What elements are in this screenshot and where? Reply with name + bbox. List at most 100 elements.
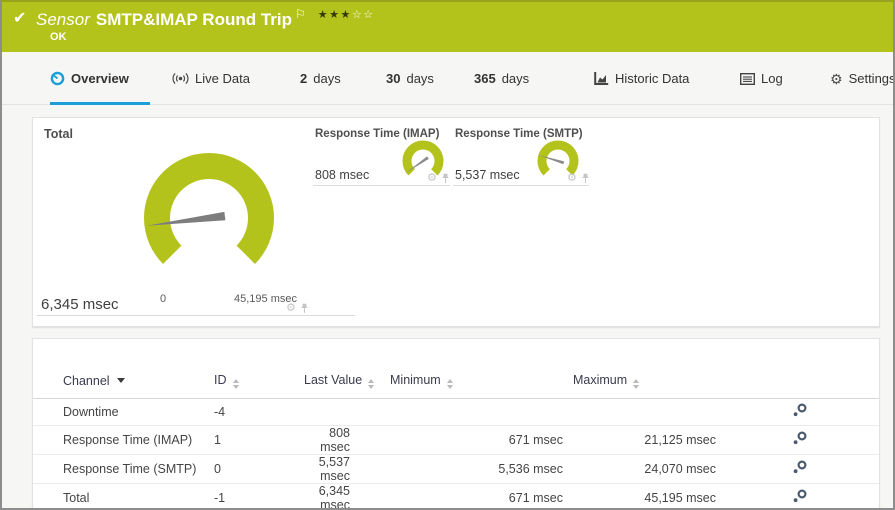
channel-id: -1 <box>214 483 304 508</box>
gear-icon: ⚙ <box>830 70 843 87</box>
tab-30-days[interactable]: 30 days <box>386 52 434 105</box>
channel-maximum: 45,195 msec <box>573 483 726 508</box>
tab-live-data[interactable]: Live Data <box>172 52 250 105</box>
smtp-gauge-value: 5,537 msec <box>455 168 520 182</box>
table-row: Response Time (IMAP) 1 808 msec 671 msec… <box>33 425 879 455</box>
channel-id: 1 <box>214 425 304 455</box>
sensor-header: ✔ Sensor SMTP&IMAP Round Trip ⚐ ★★★☆☆ OK <box>2 2 893 52</box>
channel-minimum: 5,536 msec <box>390 454 573 484</box>
tab-label: days <box>501 71 530 86</box>
table-row: Downtime -4 <box>33 398 879 426</box>
smtp-widget-divider <box>453 185 589 186</box>
sensor-title-line: Sensor SMTP&IMAP Round Trip ⚐ ★★★☆☆ <box>36 7 375 30</box>
channel-edit-cell <box>726 398 879 426</box>
sort-icon <box>232 379 239 390</box>
tab-label: days <box>406 71 434 86</box>
page-title: SMTP&IMAP Round Trip <box>95 10 292 29</box>
tab-label: Historic Data <box>615 71 690 86</box>
total-gauge-value: 6,345 msec <box>41 296 119 313</box>
edit-channel-icon[interactable] <box>792 431 808 445</box>
tab-bar: Overview Live Data 2 days 30 days 365 da… <box>2 52 893 105</box>
imap-widget-divider <box>313 185 450 186</box>
gauges-panel: Total 0 45,195 msec 6,345 msec ⚙ Respons… <box>32 117 880 327</box>
pin-icon[interactable] <box>581 173 590 184</box>
pin-icon[interactable] <box>441 173 450 184</box>
sort-icon <box>368 379 375 390</box>
tab-settings[interactable]: ⚙ Settings <box>830 52 895 105</box>
table-row: Response Time (SMTP) 0 5,537 msec 5,536 … <box>33 454 879 484</box>
channel-minimum: 671 msec <box>390 425 573 455</box>
channel-name: Downtime <box>33 398 214 426</box>
column-header-last-value[interactable]: Last Value <box>304 365 390 399</box>
broadcast-icon <box>172 72 189 85</box>
tab-label: Overview <box>71 71 129 86</box>
stars-filled: ★★★ <box>317 9 352 21</box>
column-label: Maximum <box>573 373 628 388</box>
prtg-sensor-page: ✔ Sensor SMTP&IMAP Round Trip ⚐ ★★★☆☆ OK Ov… <box>0 0 895 510</box>
status-ok-check-icon: ✔ <box>13 10 27 27</box>
channel-id: 0 <box>214 454 304 484</box>
column-header-id[interactable]: ID <box>214 365 304 399</box>
edit-channel-icon[interactable] <box>792 460 808 474</box>
channel-edit-cell <box>726 454 879 484</box>
pin-icon[interactable] <box>300 303 309 314</box>
channel-edit-cell <box>726 425 879 455</box>
total-gauge-actions: ⚙ <box>286 303 309 314</box>
tab-label: days <box>313 71 341 86</box>
column-label: Minimum <box>390 373 441 388</box>
table-row: Total -1 6,345 msec 671 msec 45,195 msec <box>33 483 879 508</box>
tab-2-days[interactable]: 2 days <box>300 52 341 105</box>
tab-number: 365 <box>474 71 496 86</box>
tab-log[interactable]: Log <box>740 52 783 105</box>
channels-panel: Channel ID Last Value Minimum Maximum Do… <box>32 338 880 508</box>
tab-historic-data[interactable]: Historic Data <box>594 52 689 105</box>
channel-maximum <box>573 398 726 426</box>
column-label: Last Value <box>304 373 363 388</box>
smtp-gauge-actions: ⚙ <box>567 173 590 184</box>
total-widget-divider <box>37 315 355 316</box>
channel-minimum: 671 msec <box>390 483 573 508</box>
channel-name: Response Time (SMTP) <box>33 454 214 484</box>
channel-last-value: 808 msec <box>304 425 390 455</box>
tab-label: Settings <box>848 71 895 86</box>
flag-icon[interactable]: ⚐ <box>295 7 306 21</box>
imap-gauge-value: 808 msec <box>315 168 370 182</box>
channel-minimum <box>390 398 573 426</box>
tab-label: Live Data <box>195 71 250 86</box>
column-header-edit <box>726 365 879 399</box>
sensor-kind-label: Sensor <box>36 10 90 29</box>
tab-365-days[interactable]: 365 days <box>474 52 529 105</box>
channel-id: -4 <box>214 398 304 426</box>
status-badge: OK <box>50 31 67 43</box>
total-gauge <box>144 153 274 264</box>
channel-maximum: 24,070 msec <box>573 454 726 484</box>
channel-name: Total <box>33 483 214 508</box>
sort-icon <box>446 379 453 390</box>
gear-icon[interactable]: ⚙ <box>567 173 577 184</box>
gear-icon[interactable]: ⚙ <box>427 173 437 184</box>
tab-label: Log <box>761 71 783 86</box>
log-icon <box>740 72 755 85</box>
column-header-maximum[interactable]: Maximum <box>573 365 726 399</box>
tab-number: 30 <box>386 71 401 86</box>
edit-channel-icon[interactable] <box>792 489 808 503</box>
channel-last-value: 5,537 msec <box>304 454 390 484</box>
channel-maximum: 21,125 msec <box>573 425 726 455</box>
stars-empty: ☆☆ <box>351 9 375 21</box>
edit-channel-icon[interactable] <box>792 403 808 417</box>
column-header-channel[interactable]: Channel <box>33 365 214 399</box>
sort-icon <box>633 379 640 390</box>
active-tab-underline <box>50 102 150 105</box>
table-header-row: Channel ID Last Value Minimum Maximum <box>33 365 879 399</box>
sort-desc-icon <box>116 378 125 384</box>
column-header-minimum[interactable]: Minimum <box>390 365 573 399</box>
channel-table: Channel ID Last Value Minimum Maximum Do… <box>33 365 879 508</box>
channel-edit-cell <box>726 483 879 508</box>
priority-stars[interactable]: ★★★☆☆ <box>318 9 375 21</box>
channel-last-value: 6,345 msec <box>304 483 390 508</box>
tab-overview[interactable]: Overview <box>50 52 129 105</box>
chart-icon <box>594 71 609 85</box>
imap-gauge-actions: ⚙ <box>427 173 450 184</box>
total-gauge-scale-min: 0 <box>159 293 167 305</box>
gear-icon[interactable]: ⚙ <box>286 303 296 314</box>
